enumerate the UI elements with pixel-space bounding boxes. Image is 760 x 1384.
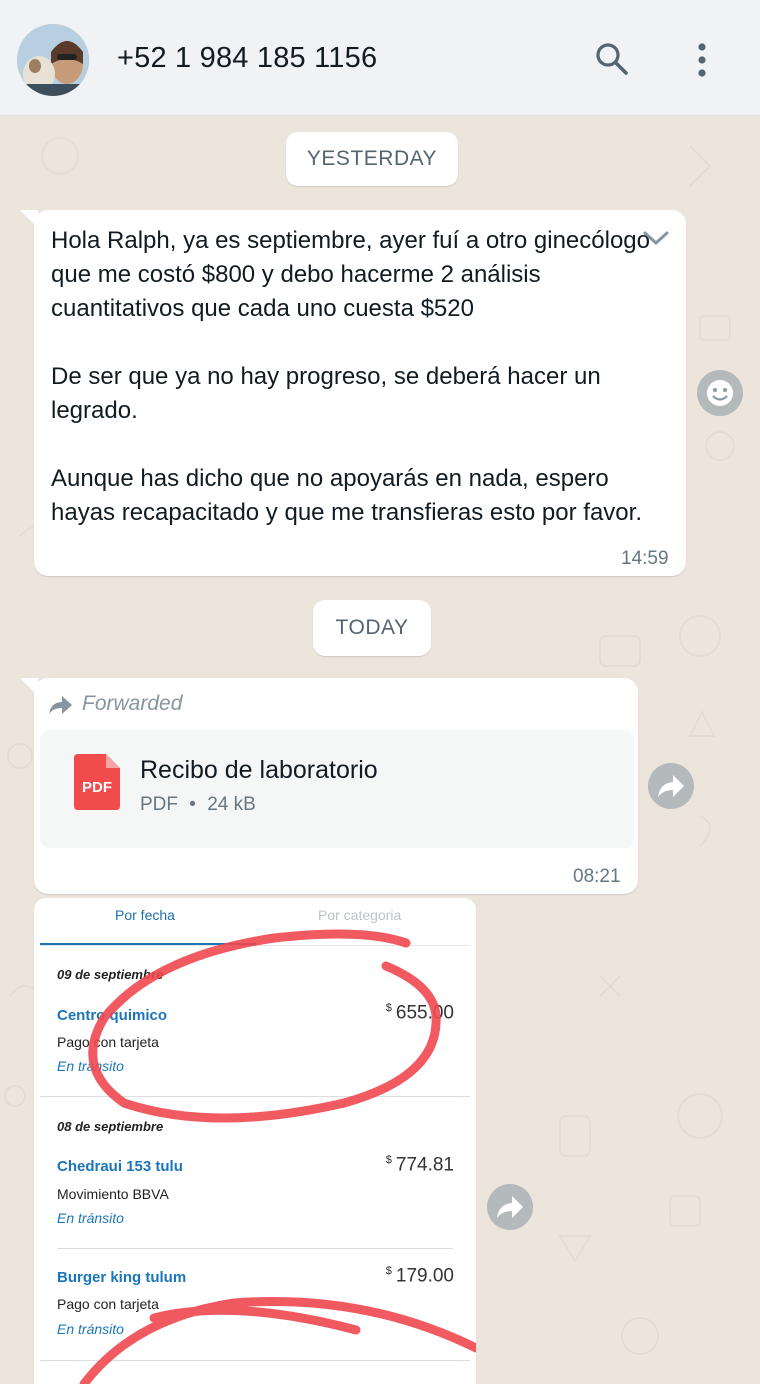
forward-button[interactable] <box>487 1184 533 1230</box>
message-bubble-document[interactable]: Forwarded PDF Recibo de laboratorio PDF … <box>20 678 638 894</box>
document-type: PDF <box>140 794 178 815</box>
forwarded-label: Forwarded <box>82 692 183 715</box>
search-icon[interactable] <box>593 40 629 81</box>
contact-name[interactable]: +52 1 984 185 1156 <box>117 42 377 75</box>
chevron-down-icon[interactable] <box>642 228 670 253</box>
forward-button[interactable] <box>648 763 694 809</box>
document-meta: PDF • 24 kB <box>140 794 256 816</box>
document-card[interactable]: PDF Recibo de laboratorio PDF • 24 kB <box>40 730 634 848</box>
meta-separator: • <box>189 794 196 815</box>
message-text: Hola Ralph, ya es septiembre, ayer fuí a… <box>51 227 651 526</box>
bubble-tail <box>20 678 38 696</box>
document-title: Recibo de laboratorio <box>140 756 378 784</box>
pdf-icon-label: PDF <box>82 779 112 796</box>
emoji-reaction-button[interactable] <box>697 370 743 416</box>
bubble-tail <box>20 210 38 228</box>
red-annotation-scribble <box>79 929 476 1384</box>
image-message[interactable]: Por fecha Por categoria 09 de septiembre… <box>34 898 476 1384</box>
document-size: 24 kB <box>207 794 256 815</box>
message-time: 08:21 <box>573 866 621 887</box>
date-separator-yesterday: YESTERDAY <box>286 132 458 186</box>
forward-arrow-icon <box>658 775 684 797</box>
pdf-file-icon: PDF <box>74 754 120 815</box>
message-time: 14:59 <box>621 548 669 569</box>
contact-avatar[interactable] <box>17 24 89 96</box>
smiley-icon <box>707 380 733 406</box>
date-separator-today: TODAY <box>313 600 431 656</box>
message-bubble-incoming[interactable]: Hola Ralph, ya es septiembre, ayer fuí a… <box>20 210 686 576</box>
more-vert-icon[interactable] <box>690 40 714 85</box>
forward-arrow-icon <box>497 1196 523 1218</box>
chat-header: +52 1 984 185 1156 <box>0 0 760 116</box>
forwarded-icon <box>48 694 74 721</box>
